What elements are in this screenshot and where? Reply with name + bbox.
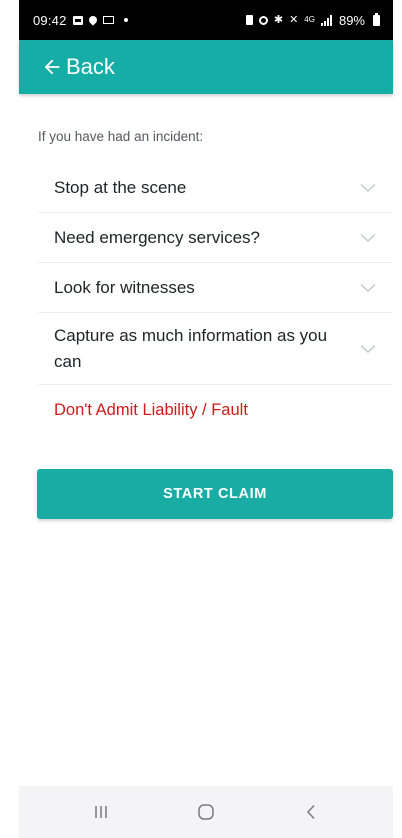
accordion-item-label: Look for witnesses	[54, 277, 195, 297]
chevron-down-icon	[360, 183, 376, 192]
intro-text: If you have had an incident:	[38, 129, 204, 144]
accordion-item-label: Stop at the scene	[54, 177, 187, 197]
battery-percent: 89%	[338, 12, 365, 28]
accordion-item-label: Capture as much information as you can	[54, 325, 328, 371]
chevron-down-icon	[360, 283, 376, 292]
dot-icon	[123, 18, 128, 22]
mail-icon	[102, 16, 114, 24]
chevron-down-icon	[360, 344, 376, 353]
location-icon	[86, 14, 99, 26]
arrow-left-icon	[44, 59, 60, 75]
status-bar-left: 09:42	[33, 13, 128, 28]
app-screen: 09:42 ✱ ✕ 4G 89% Back If you have had an…	[19, 0, 393, 838]
app-bar: Back	[19, 40, 393, 94]
alarm-icon	[258, 15, 268, 25]
accordion-item-witnesses[interactable]: Look for witnesses	[38, 263, 392, 313]
home-button[interactable]	[186, 796, 226, 828]
accordion-item-emergency-services[interactable]: Need emergency services?	[38, 213, 392, 263]
chevron-down-icon	[360, 233, 376, 242]
recents-button[interactable]	[81, 796, 121, 828]
status-bar-right: ✱ ✕ 4G 89%	[245, 12, 380, 28]
accordion-item-capture-information[interactable]: Capture as much information as you can	[38, 313, 392, 385]
status-bar: 09:42 ✱ ✕ 4G 89%	[19, 0, 393, 40]
image-icon	[72, 15, 83, 25]
mute-icon: ✕	[289, 13, 299, 26]
incident-steps-list: Stop at the scene Need emergency service…	[38, 163, 392, 435]
accordion-item-stop-at-scene[interactable]: Stop at the scene	[38, 163, 392, 213]
bluetooth-icon: ✱	[273, 13, 284, 26]
accordion-item-label: Need emergency services?	[54, 227, 260, 247]
status-time: 09:42	[33, 12, 67, 28]
back-icon	[306, 804, 315, 820]
nav-back-button[interactable]	[291, 796, 331, 828]
signal-icon	[320, 14, 332, 26]
battery-icon	[373, 12, 380, 26]
liability-warning: Don't Admit Liability / Fault	[54, 400, 248, 419]
back-button[interactable]: Back	[41, 54, 115, 80]
start-claim-button[interactable]: START CLAIM	[37, 469, 393, 519]
sim-icon	[245, 15, 253, 25]
recents-icon	[95, 806, 108, 818]
home-icon	[198, 804, 214, 820]
system-nav-bar	[19, 786, 393, 838]
network-type: 4G	[304, 15, 315, 24]
back-label: Back	[66, 54, 115, 79]
